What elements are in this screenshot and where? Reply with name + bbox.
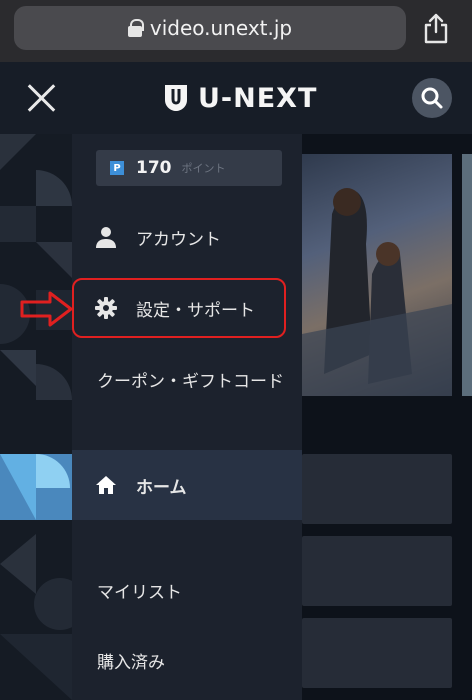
geometric-pattern-graphic [0,134,72,700]
browser-toolbar: video.unext.jp [0,0,472,62]
share-icon[interactable] [422,12,450,44]
next-poster[interactable] [462,154,472,396]
lock-icon [127,19,144,37]
u-next-logo[interactable]: U-NEXT [164,82,317,114]
home-icon [96,476,116,494]
close-icon[interactable] [24,80,60,116]
search-button[interactable] [412,78,452,118]
menu-item-label: マイリスト [97,582,182,603]
featured-poster[interactable] [302,154,452,396]
content-card[interactable] [302,618,452,688]
url-text: video.unext.jp [149,16,293,40]
side-menu: P 170 ポイント アカウント 設定・サポート クーポン・ギフトコード ホーム… [72,134,302,700]
poster-artwork [302,188,452,396]
person-icon [96,227,116,248]
content-area [302,134,472,700]
menu-item-account[interactable]: アカウント [72,202,302,272]
menu-item-coupon-giftcode[interactable]: クーポン・ギフトコード [72,344,302,414]
shield-logo-icon [165,85,187,111]
content-card[interactable] [302,536,452,606]
logo-text: U-NEXT [198,82,318,114]
points-display[interactable]: P 170 ポイント [96,150,282,186]
highlight-box [72,278,286,338]
app-header: U-NEXT [0,62,472,134]
menu-item-label: アカウント [136,229,221,250]
menu-item-label: クーポン・ギフトコード [97,371,284,392]
content-card[interactable] [302,454,452,524]
points-value: 170 [136,158,172,178]
arrow-annotation-icon [20,291,73,327]
menu-item-label: ホーム [136,477,187,498]
menu-item-label: 購入済み [97,652,165,673]
points-badge: P [110,161,124,175]
menu-item-mylist[interactable]: マイリスト [72,555,302,625]
address-bar[interactable]: video.unext.jp [14,6,406,50]
points-unit: ポイント [181,162,226,175]
menu-item-home[interactable]: ホーム [72,450,302,520]
search-icon [421,87,443,109]
decorative-pattern [0,134,72,700]
menu-item-purchased[interactable]: 購入済み [72,625,302,695]
